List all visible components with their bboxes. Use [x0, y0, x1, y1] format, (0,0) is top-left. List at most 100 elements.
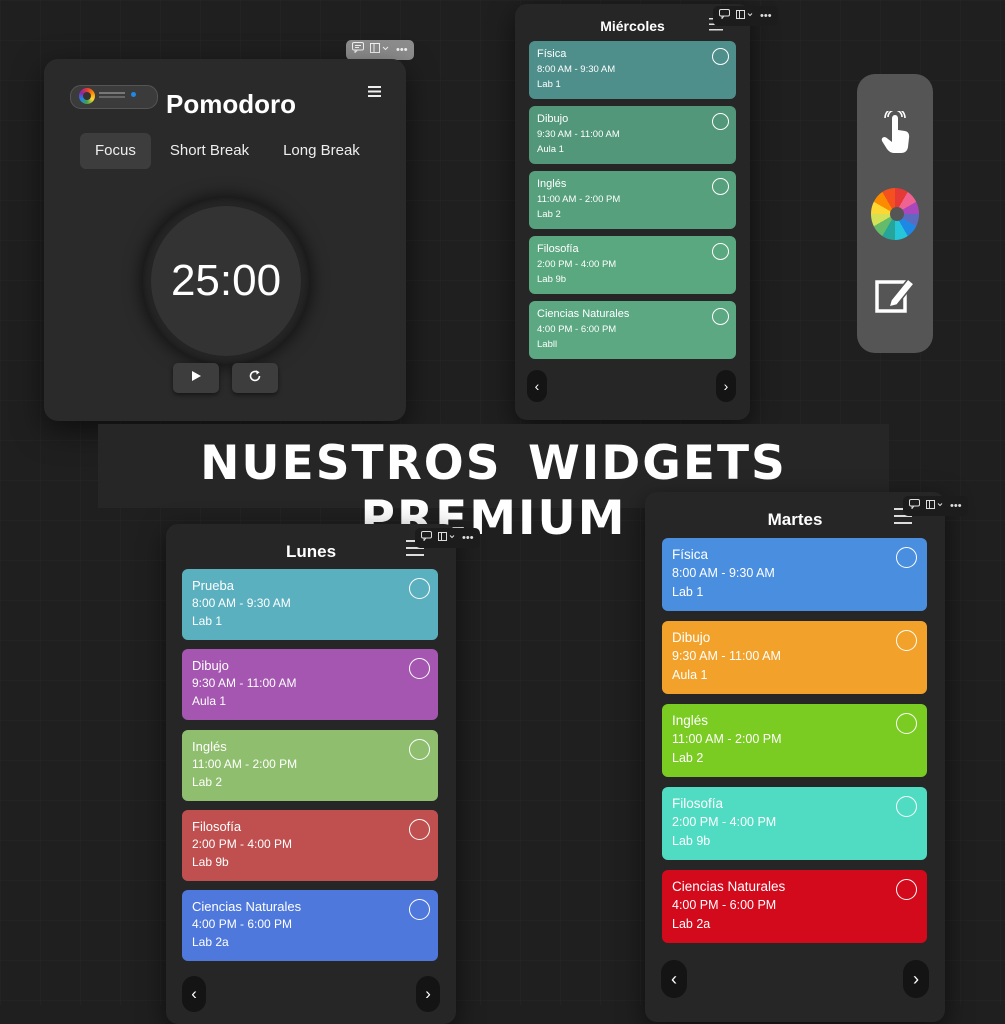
class-card[interactable]: Filosofía 2:00 PM - 4:00 PM Lab 9b — [529, 236, 736, 294]
class-card[interactable]: Filosofía 2:00 PM - 4:00 PM Lab 9b — [662, 787, 927, 860]
class-room: Lab 2 — [192, 774, 223, 789]
color-wheel-icon[interactable] — [871, 188, 919, 240]
next-day-button[interactable]: › — [903, 960, 929, 998]
class-time: 2:00 PM - 4:00 PM — [192, 836, 293, 851]
class-card[interactable]: Filosofía 2:00 PM - 4:00 PM Lab 9b — [182, 809, 438, 881]
complete-checkbox[interactable] — [712, 308, 729, 325]
next-day-button[interactable]: › — [716, 370, 736, 402]
complete-checkbox[interactable] — [896, 630, 917, 651]
class-name: Filosofía — [537, 243, 579, 255]
class-name: Dibujo — [192, 658, 229, 674]
prev-day-button[interactable]: ‹ — [527, 370, 547, 402]
class-card[interactable]: Ciencias Naturales 4:00 PM - 6:00 PM Lab 2… — [662, 870, 927, 943]
class-card[interactable]: Dibujo 9:30 AM - 11:00 AM Aula 1 — [662, 621, 927, 694]
pomodoro-tabs: Focus Short Break Long Break — [80, 133, 375, 169]
class-name: Ciencias Naturales — [537, 308, 630, 320]
comment-icon[interactable] — [719, 6, 730, 26]
tab-focus[interactable]: Focus — [80, 133, 151, 169]
complete-checkbox[interactable] — [712, 243, 729, 260]
reset-icon — [248, 369, 262, 388]
next-day-button[interactable]: › — [416, 976, 440, 1012]
class-room: Lab 9b — [537, 274, 567, 285]
layout-icon[interactable] — [438, 528, 456, 548]
schedule-widget-lunes: Lunes Prueba 8:00 AM - 9:30 AM Lab 1 Dibujo… — [166, 524, 456, 1024]
prev-day-button[interactable]: ‹ — [182, 976, 206, 1012]
more-icon[interactable]: ••• — [396, 40, 408, 60]
pomodoro-logo — [70, 85, 158, 109]
play-icon — [190, 369, 202, 387]
class-card[interactable]: Dibujo 9:30 AM - 11:00 AM Aula 1 — [182, 649, 438, 721]
lunes-floating-toolbar: ••• — [415, 528, 480, 548]
class-name: Prueba — [192, 578, 234, 593]
class-room: Lab 2 — [672, 751, 704, 765]
comment-icon[interactable] — [421, 528, 432, 548]
complete-checkbox[interactable] — [712, 48, 729, 65]
layout-icon[interactable] — [736, 6, 754, 26]
class-time: 4:00 PM - 6:00 PM — [537, 324, 617, 335]
more-icon[interactable]: ••• — [760, 6, 772, 26]
class-name: Filosofía — [672, 796, 724, 811]
tab-short-break[interactable]: Short Break — [155, 133, 264, 169]
class-name: Física — [537, 48, 567, 60]
class-room: Lab 1 — [192, 614, 223, 628]
class-time: 9:30 AM - 11:00 AM — [192, 676, 297, 691]
tab-long-break[interactable]: Long Break — [268, 133, 375, 169]
complete-checkbox[interactable] — [896, 796, 917, 817]
menu-icon[interactable] — [368, 81, 381, 102]
comment-icon[interactable] — [909, 496, 920, 516]
play-button[interactable] — [173, 363, 219, 393]
timer-display: 25:00 — [151, 206, 301, 356]
class-card[interactable]: Ciencias Naturales 4:00 PM - 6:00 PM Lab 2… — [182, 890, 438, 962]
timer-ring: 25:00 — [142, 197, 310, 365]
class-card[interactable]: Inglés 11:00 AM - 2:00 PM Lab 2 — [662, 704, 927, 777]
class-time: 9:30 AM - 11:00 AM — [537, 129, 620, 140]
complete-checkbox[interactable] — [896, 547, 917, 568]
complete-checkbox[interactable] — [409, 658, 430, 680]
class-room: Labll — [537, 339, 558, 350]
class-time: 9:30 AM - 11:00 AM — [672, 649, 781, 663]
class-room: Lab 9b — [672, 834, 711, 848]
layout-icon[interactable] — [370, 40, 390, 60]
class-card[interactable]: Dibujo 9:30 AM - 11:00 AM Aula 1 — [529, 106, 736, 164]
complete-checkbox[interactable] — [896, 713, 917, 734]
class-room: Lab 9b — [192, 854, 229, 869]
class-card[interactable]: Física 8:00 AM - 9:30 AM Lab 1 — [662, 538, 927, 611]
more-icon[interactable]: ••• — [462, 528, 474, 548]
class-time: 2:00 PM - 4:00 PM — [537, 259, 617, 270]
pomodoro-widget: Pomodoro Focus Short Break Long Break 25… — [44, 59, 406, 421]
complete-checkbox[interactable] — [409, 738, 430, 760]
class-time: 8:00 AM - 9:30 AM — [192, 596, 291, 610]
miercoles-floating-toolbar: ••• — [713, 6, 778, 26]
edit-icon[interactable] — [871, 270, 919, 318]
class-time: 4:00 PM - 6:00 PM — [192, 917, 293, 932]
complete-checkbox[interactable] — [712, 113, 729, 130]
complete-checkbox[interactable] — [409, 578, 430, 599]
class-time: 8:00 AM - 9:30 AM — [537, 64, 616, 75]
complete-checkbox[interactable] — [896, 879, 917, 900]
class-card[interactable]: Prueba 8:00 AM - 9:30 AM Lab 1 — [182, 569, 438, 640]
pomodoro-title: Pomodoro — [166, 89, 296, 119]
reset-button[interactable] — [232, 363, 278, 393]
class-name: Ciencias Naturales — [672, 879, 786, 894]
more-icon[interactable]: ••• — [950, 496, 962, 516]
layout-icon[interactable] — [926, 496, 944, 516]
class-card[interactable]: Ciencias Naturales 4:00 PM - 6:00 PM Labll — [529, 301, 736, 359]
class-room: Lab 1 — [672, 585, 704, 599]
class-room: Aula 1 — [192, 694, 227, 709]
comment-icon[interactable] — [352, 40, 364, 60]
complete-checkbox[interactable] — [409, 899, 430, 921]
class-card[interactable]: Física 8:00 AM - 9:30 AM Lab 1 — [529, 41, 736, 99]
martes-floating-toolbar: ••• — [903, 496, 968, 516]
class-room: Lab 2a — [672, 917, 711, 931]
class-time: 4:00 PM - 6:00 PM — [672, 898, 777, 912]
class-card[interactable]: Inglés 11:00 AM - 2:00 PM Lab 2 — [182, 729, 438, 801]
complete-checkbox[interactable] — [409, 818, 430, 840]
touch-icon[interactable] — [871, 110, 919, 158]
class-room: Lab 2a — [192, 935, 229, 950]
complete-checkbox[interactable] — [712, 178, 729, 195]
class-card[interactable]: Inglés 11:00 AM - 2:00 PM Lab 2 — [529, 171, 736, 229]
class-room: Lab 1 — [537, 79, 561, 90]
prev-day-button[interactable]: ‹ — [661, 960, 687, 998]
class-name: Dibujo — [537, 113, 569, 125]
class-time: 11:00 AM - 2:00 PM — [537, 194, 621, 205]
